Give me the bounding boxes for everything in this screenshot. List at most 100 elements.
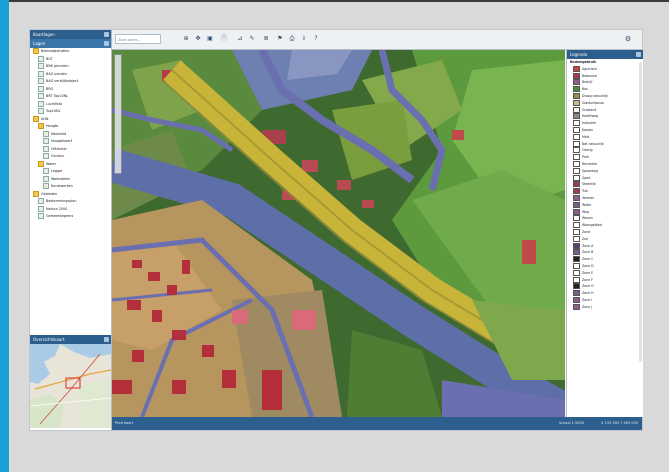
tree-label: AHN [41,116,49,121]
tree-layer-item[interactable]: BAG verblijfsobject [30,78,111,86]
legend-swatch [573,242,580,249]
tree-label: Gebieden [41,191,58,196]
print-button[interactable]: ⎙ [288,34,296,44]
overview-header: Overzichtskaart [30,335,111,344]
draw-button[interactable]: ✎ [248,34,256,44]
layers-button[interactable]: ≣ [262,34,270,44]
tree-layer-item[interactable]: BRK percelen [30,63,111,71]
legend-swatch [573,140,580,147]
legend-label: Sport [582,175,591,180]
tree-layer-item[interactable]: Bestemmingsplan [30,198,111,206]
settings-icon[interactable]: ⚙ [624,34,632,44]
select-button[interactable]: ▣ [206,34,214,44]
tree-layer-item[interactable]: Maaiveld [30,130,111,139]
legend-swatch [573,194,580,201]
collapse-icon[interactable] [104,337,109,342]
legend-item: Droog natuurlijk [567,92,643,100]
tree-label: Bestemmingsplan [46,199,77,203]
legend-item: Bos [567,86,643,93]
legend-scrollbar[interactable] [639,62,642,362]
legend-label: Glastuinbouw [582,100,604,105]
collapse-icon[interactable] [636,52,641,57]
legend-item: Zand [567,228,643,236]
layer-icon [43,138,49,144]
export-button[interactable]: ⇩ [300,34,308,44]
print-map-link[interactable]: Print kaart [115,417,133,430]
tree-layer-item[interactable]: Legger [30,168,111,176]
legend-item: Overig [567,147,643,154]
legend-swatch [573,215,580,222]
search-input[interactable]: Zoek adres... [115,34,161,44]
zoom-extent-button[interactable]: ⊕ [182,34,190,44]
layer-icon [38,78,44,84]
legend-swatch [573,92,580,99]
tree-layer-item[interactable]: Gemeentegrens [30,213,111,221]
tree-folder[interactable]: Hoogte [30,123,111,131]
tree-layer-item[interactable]: BAG panden [30,70,111,79]
legend-swatch [573,154,580,161]
tree-label: Hoogte [46,124,59,128]
tree-layer-item[interactable]: Hillshade [30,145,111,154]
legend-label: Weg [582,209,589,214]
tree-folder[interactable]: AHN [30,115,111,124]
legend-label: Droog natuurlijk [582,93,608,98]
layer-icon [38,108,44,114]
legend-label: Tuin [582,189,589,194]
bookmark-button[interactable]: ⚑ [276,34,284,44]
tree-label: Hillshade [51,146,67,151]
tree-layer-item[interactable]: Luchtfoto [30,100,111,109]
folder-icon [38,123,44,129]
legend-item: Spoorweg [567,167,643,175]
tree-label: BAG verblijfsobject [46,79,79,83]
overview-map[interactable] [30,344,111,428]
legend-swatch [573,276,580,283]
legend-label: Wonen [582,216,593,221]
layer-icon [38,55,44,62]
tree-layer-item[interactable]: Hoogtekaart [30,138,111,146]
legend-swatch [573,147,580,154]
map-canvas[interactable] [112,50,565,417]
tree-layer-item[interactable]: Kunstwerken [30,183,111,191]
legend-label: Hoofdweg [582,114,599,119]
tree-layer-item[interactable]: Top10NL [30,108,111,116]
legend-label: Zone D [582,263,594,268]
tree-folder[interactable]: Basisregistraties [30,48,111,56]
legend-swatch [573,86,580,93]
collapse-icon[interactable] [104,32,109,37]
tree-folder[interactable]: Gebieden [30,190,111,199]
tree-label: Hoogtekaart [51,139,73,143]
map-zoom-control[interactable] [114,54,122,174]
legend-label: Water [582,202,592,207]
legend-item: Zone D [567,262,643,270]
legend-item: Park [567,154,643,161]
tree-layer-item[interactable]: Natura 2000 [30,205,111,214]
legend-swatch [573,106,580,113]
collapse-icon[interactable] [104,41,109,46]
legend-label: Stedelijk [582,182,596,187]
layer-icon [38,63,44,69]
legend-item: Grasland [567,106,643,114]
tree-layer-item[interactable]: Contour [30,153,111,161]
legend-label: Overig [582,148,593,153]
legend-item: Zone J [567,303,643,311]
legend-label: Industrie [582,121,597,126]
tree-layer-item[interactable]: BRT Top10NL [30,93,111,101]
layer-icon [38,93,44,99]
tree-layer-item[interactable]: BRO [30,85,111,94]
legend-item: Bedrijf [567,79,643,86]
folder-icon [33,115,39,122]
tree-label: BAG panden [46,71,68,76]
legend-label: Zone J [582,304,593,309]
tree-layer-item[interactable]: Waterdelen [30,175,111,184]
scale-readout: Schaal 1:5000 [558,421,584,425]
measure-button[interactable]: ⊿ [236,34,244,44]
legend-item: Kassen [567,126,643,134]
tree-layer-item[interactable]: BGT [30,55,111,64]
help-button[interactable]: ? [312,34,320,44]
pan-button[interactable]: ✥ [194,34,202,44]
legend-label: Maïs [582,134,590,139]
identify-button[interactable]: ⓘ [220,34,228,44]
tree-folder[interactable]: Water [30,160,111,169]
legend-swatch [573,256,580,263]
legend-item: Recreatie [567,160,643,168]
